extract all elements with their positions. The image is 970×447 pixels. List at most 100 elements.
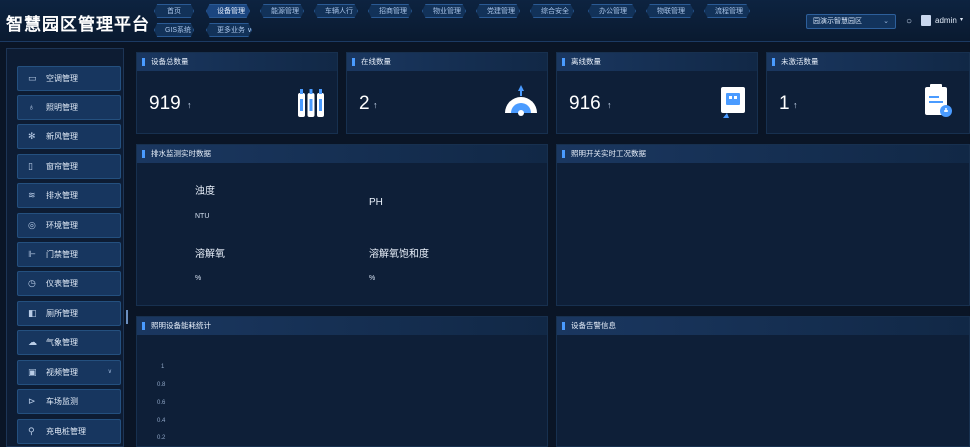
park-select-value: 园演示智慧园区 [813,18,862,25]
sidebar-item-label: 门禁管理 [46,250,78,259]
fan-icon: ✻ [28,131,36,141]
air-conditioner-icon: ▭ [28,73,37,83]
charging-icon: ⚲ [28,426,35,436]
drainage-icon: ≋ [28,190,36,200]
nav-property[interactable]: 物业管理 [422,4,466,18]
sidebar-item-label: 空调管理 [46,74,78,83]
stat-value: 919 [149,93,181,114]
nav-gis[interactable]: GIS系统 [154,23,194,37]
metric-dissolved-oxygen-unit: % [195,275,202,282]
sidebar-item-label: 车场监测 [46,397,78,406]
user-name[interactable]: admin [935,16,957,25]
sidebar-item-label: 照明管理 [46,103,78,112]
card-title: 排水监测实时数据 [137,145,547,163]
sidebar-item-restroom[interactable]: ◧ 厕所管理 [17,301,121,326]
card-title: 在线数量 [347,53,547,71]
environment-icon: ◎ [28,220,36,230]
nav-workflow[interactable]: 流程管理 [704,4,750,18]
sidebar-item-label: 新风管理 [46,132,78,141]
metric-ph-label: PH [369,197,383,208]
y-axis-tick: 0.4 [157,418,166,424]
card-title: 设备总数量 [137,53,337,71]
sidebar-item-meter[interactable]: ◷ 仪表管理 [17,271,121,296]
stat-value: 1 [779,93,790,114]
lighting-energy-panel: 照明设备能耗统计 1 0.8 0.6 0.4 0.2 [136,316,548,447]
sidebar-item-label: 环境管理 [46,221,78,230]
online-gauge-icon [505,85,537,116]
y-axis-tick: 0.2 [157,435,166,441]
card-title: 离线数量 [557,53,757,71]
devices-icon [298,89,324,117]
avatar[interactable] [921,15,931,26]
sidebar-item-drainage[interactable]: ≋ 排水管理 [17,183,121,208]
metric-dissolved-oxygen-label: 溶解氧 [195,249,225,260]
sidebar-item-air-conditioning[interactable]: ▭ 空调管理 [17,66,121,91]
up-arrow-icon: ↑ [607,100,612,110]
sidebar-item-weather[interactable]: ☁ 气象管理 [17,330,121,355]
weather-icon: ☁ [28,337,37,347]
stat-card-total: 设备总数量 919 ↑ [136,52,338,134]
nav-vehicle-pedestrian[interactable]: 车辆人行 [314,4,358,18]
user-menu-caret-icon[interactable]: ▾ [960,16,963,23]
stat-card-online: 在线数量 2 ↑ [346,52,548,134]
nav-home[interactable]: 首页 [154,4,194,18]
up-arrow-icon: ↑ [373,100,378,110]
sidebar-item-lighting[interactable]: ♁ 照明管理 [17,95,121,120]
card-title: 照明开关实时工况数据 [557,145,969,163]
sidebar-item-label: 窗帘管理 [46,162,78,171]
page-title: 智慧园区管理平台 [6,15,150,35]
sidebar-item-parking[interactable]: ⊳ 车场监测 [17,389,121,414]
sidebar-item-fresh-air[interactable]: ✻ 新风管理 [17,124,121,149]
card-title: 设备告警信息 [557,317,969,335]
metric-do-saturation-label: 溶解氧饱和度 [369,249,429,260]
y-axis-tick: 0.8 [157,382,166,388]
metric-do-saturation-unit: % [369,275,376,282]
card-title: 未激活数量 [767,53,969,71]
sidebar-item-label: 充电桩管理 [46,427,86,436]
drainage-monitor-panel: 排水监测实时数据 浊度 NTU PH 溶解氧 % 溶解氧饱和度 % [136,144,548,306]
nav-iot[interactable]: 物联管理 [646,4,694,18]
stat-card-inactive: 未激活数量 1 ↑ [766,52,970,134]
up-arrow-icon: ↑ [793,100,798,110]
stat-value: 2 [359,93,370,114]
card-title: 照明设备能耗统计 [137,317,547,335]
device-alarm-panel: 设备告警信息 [556,316,970,447]
stat-value: 916 [569,93,601,114]
parking-icon: ⊳ [28,396,36,406]
sidebar-item-curtain[interactable]: ▯ 窗帘管理 [17,154,121,179]
lightbulb-icon: ♁ [28,102,35,112]
meter-icon: ◷ [28,278,36,288]
sidebar-item-label: 气象管理 [46,338,78,347]
top-header: 智慧园区管理平台 首页 设备管理 能源管理 车辆人行 招商管理 物业管理 党建管… [0,0,970,42]
metric-turbidity-label: 浊度 [195,186,215,197]
chevron-down-icon: ∨ [107,369,112,375]
sidebar-item-environment[interactable]: ◎ 环境管理 [17,213,121,238]
sidebar-item-label: 厕所管理 [46,309,78,318]
nav-party-building[interactable]: 党建管理 [476,4,520,18]
nav-office[interactable]: 办公管理 [588,4,636,18]
video-icon: ▣ [28,367,37,377]
chevron-down-icon: ⌄ [883,18,889,25]
restroom-icon: ◧ [28,308,37,318]
sidebar-item-access-control[interactable]: ⊩ 门禁管理 [17,242,121,267]
nav-more[interactable]: 更多业务 ∨ [206,23,252,37]
sidebar-item-label: 视频管理 [46,368,78,377]
sidebar-item-charging[interactable]: ⚲ 充电桩管理 [17,419,121,444]
nav-energy-management[interactable]: 能源管理 [260,4,304,18]
y-axis-tick: 0.6 [157,400,166,406]
sidebar-item-label: 仪表管理 [46,279,78,288]
up-arrow-icon: ↑ [187,100,192,110]
search-icon[interactable]: ○ [906,16,912,27]
sidebar-collapse-handle[interactable] [126,310,128,324]
sidebar: ▭ 空调管理 ♁ 照明管理 ✻ 新风管理 ▯ 窗帘管理 ≋ 排水管理 ◎ 环境管… [6,48,124,447]
park-select[interactable]: 园演示智慧园区 ⌄ [806,14,896,29]
metric-turbidity-unit: NTU [195,213,210,220]
offline-device-icon [721,87,745,118]
sidebar-item-video[interactable]: ▣ 视频管理 ∨ [17,360,121,385]
stat-card-offline: 离线数量 916 ↑ [556,52,758,134]
nav-investment[interactable]: 招商管理 [368,4,412,18]
y-axis-tick: 1 [161,364,165,370]
lighting-switch-panel: 照明开关实时工况数据 [556,144,970,306]
nav-security[interactable]: 综合安全 [530,4,574,18]
nav-device-management[interactable]: 设备管理 [206,4,250,18]
